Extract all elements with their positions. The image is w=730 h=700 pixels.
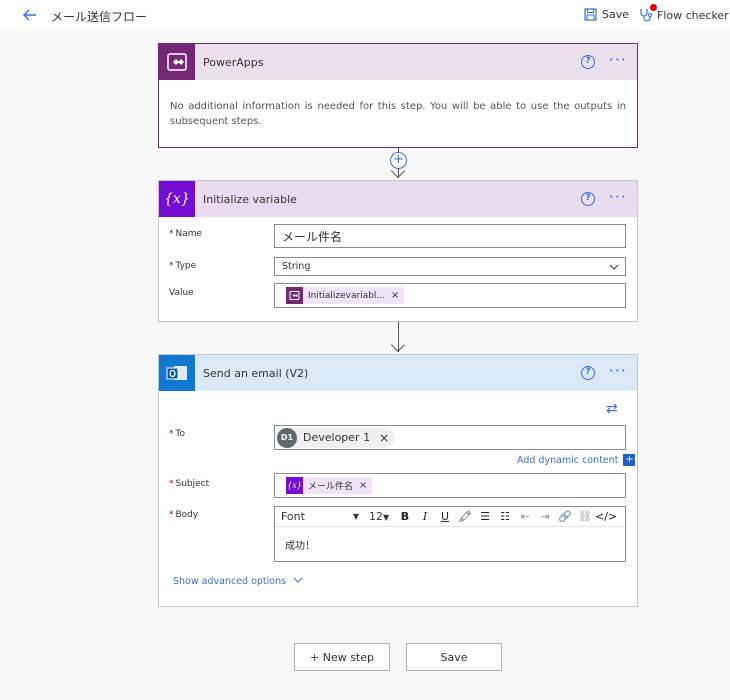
flow-title: メール送信フロー bbox=[51, 10, 148, 24]
powerapps-token-icon bbox=[286, 287, 303, 304]
dynamic-token[interactable]: Initializevariabl... × bbox=[286, 287, 405, 304]
editor-toolbar: Font ▼ 12▼ B I U 🖍 ☰ ☷ ⇤ ⇥ 🔗 ⛓ </> bbox=[275, 507, 625, 527]
remove-token-icon[interactable]: × bbox=[359, 480, 367, 491]
name-input[interactable]: メール件名 bbox=[274, 224, 626, 248]
more-options-icon[interactable]: ··· bbox=[609, 52, 627, 68]
variable-icon: {𝑥} bbox=[159, 181, 195, 217]
unlink-icon[interactable]: ⛓ bbox=[575, 510, 595, 523]
remove-token-icon[interactable]: × bbox=[391, 290, 399, 301]
type-value: String bbox=[282, 261, 311, 272]
save-button-label: Save bbox=[440, 650, 468, 664]
chevron-down-icon bbox=[609, 264, 619, 270]
help-icon[interactable]: ? bbox=[581, 192, 595, 206]
powerapps-card-header[interactable]: PowerApps ? ··· bbox=[159, 44, 637, 80]
variable-token-icon: {x} bbox=[286, 477, 303, 494]
value-label: Value bbox=[169, 288, 194, 298]
indent-icon[interactable]: ⇥ bbox=[535, 510, 555, 523]
font-label: Font bbox=[281, 510, 305, 523]
powerapps-icon bbox=[159, 44, 195, 80]
body-editor[interactable]: Font ▼ 12▼ B I U 🖍 ☰ ☷ ⇤ ⇥ 🔗 ⛓ </> 成功！ bbox=[274, 506, 626, 562]
variable-token[interactable]: {x} メール件名 × bbox=[286, 477, 373, 494]
save-label: Save bbox=[602, 8, 630, 21]
outdent-icon[interactable]: ⇤ bbox=[515, 510, 535, 523]
send-email-card: Send an email (V2) ? ··· ⇄ * To D1 Develo… bbox=[158, 354, 638, 607]
initvar-card-title: Initialize variable bbox=[203, 192, 297, 206]
recipient-name: Developer 1 bbox=[303, 431, 371, 444]
stethoscope-icon bbox=[640, 9, 652, 22]
body-label: * Body bbox=[169, 510, 199, 520]
email-card-header[interactable]: Send an email (V2) ? ··· bbox=[159, 355, 637, 391]
flow-checker-label: Flow checker bbox=[657, 8, 729, 22]
subject-label: * Subject bbox=[169, 479, 210, 489]
highlight-icon[interactable]: 🖍 bbox=[455, 510, 475, 523]
bullet-list-icon[interactable]: ☰ bbox=[475, 510, 495, 523]
top-bar: メール送信フロー Save Flow checker bbox=[0, 0, 730, 30]
more-options-icon[interactable]: ··· bbox=[609, 189, 627, 205]
name-value: メール件名 bbox=[282, 229, 343, 244]
email-card-title: Send an email (V2) bbox=[203, 366, 309, 380]
add-dynamic-content-button[interactable]: Add dynamic content + bbox=[517, 454, 636, 466]
powerapps-card-title: PowerApps bbox=[203, 55, 264, 69]
initialize-variable-card: {𝑥} Initialize variable ? ··· * Name メール件… bbox=[158, 180, 638, 322]
save-button-top[interactable]: Save bbox=[584, 8, 629, 21]
token-label: Initializevariabl... bbox=[308, 290, 386, 301]
notification-dot bbox=[650, 4, 657, 11]
to-label: * To bbox=[169, 429, 185, 439]
link-icon[interactable]: 🔗 bbox=[555, 510, 575, 523]
save-icon bbox=[584, 8, 597, 21]
caret-down-icon: ▼ bbox=[352, 512, 359, 521]
back-arrow-icon[interactable] bbox=[22, 7, 38, 23]
underline-icon[interactable]: U bbox=[435, 510, 455, 523]
name-label: * Name bbox=[169, 229, 203, 239]
help-icon[interactable]: ? bbox=[581, 366, 595, 380]
outlook-icon bbox=[159, 355, 195, 391]
powerapps-trigger-card: PowerApps ? ··· No additional informatio… bbox=[158, 43, 638, 148]
avatar: D1 bbox=[277, 427, 297, 448]
code-view-icon[interactable]: </> bbox=[595, 510, 617, 523]
remove-recipient-icon[interactable]: × bbox=[379, 431, 389, 445]
font-size-select[interactable]: 12▼ bbox=[363, 510, 395, 523]
bold-icon[interactable]: B bbox=[395, 510, 415, 523]
show-advanced-options-link[interactable]: Show advanced options bbox=[173, 576, 303, 587]
italic-icon[interactable]: I bbox=[415, 510, 435, 523]
save-button[interactable]: Save bbox=[406, 643, 502, 671]
type-label: * Type bbox=[169, 261, 197, 271]
font-size-label: 12 bbox=[369, 510, 383, 523]
to-input[interactable]: D1 Developer 1 × bbox=[274, 425, 626, 450]
more-options-icon[interactable]: ··· bbox=[609, 363, 627, 379]
plus-icon: + bbox=[623, 454, 636, 466]
swap-icon[interactable]: ⇄ bbox=[606, 401, 618, 417]
chevron-down-icon bbox=[293, 577, 303, 583]
initvar-card-header[interactable]: {𝑥} Initialize variable ? ··· bbox=[159, 181, 637, 217]
token-label: メール件名 bbox=[308, 482, 354, 492]
font-select[interactable]: Font ▼ bbox=[275, 510, 363, 523]
numbered-list-icon[interactable]: ☷ bbox=[495, 510, 515, 523]
add-dynamic-label: Add dynamic content bbox=[517, 454, 619, 466]
type-select[interactable]: String bbox=[274, 257, 626, 276]
show-advanced-label: Show advanced options bbox=[173, 576, 287, 587]
powerapps-info-text: No additional information is needed for … bbox=[170, 101, 626, 127]
new-step-button[interactable]: + New step bbox=[294, 643, 390, 671]
help-icon[interactable]: ? bbox=[581, 55, 595, 69]
body-text: 成功！ bbox=[285, 541, 315, 552]
arrow-down-icon bbox=[390, 337, 406, 353]
value-input[interactable]: Initializevariabl... × bbox=[274, 283, 626, 308]
recipient-chip[interactable]: D1 Developer 1 × bbox=[277, 427, 396, 448]
subject-input[interactable]: {x} メール件名 × bbox=[274, 473, 626, 498]
new-step-label: + New step bbox=[310, 650, 374, 664]
